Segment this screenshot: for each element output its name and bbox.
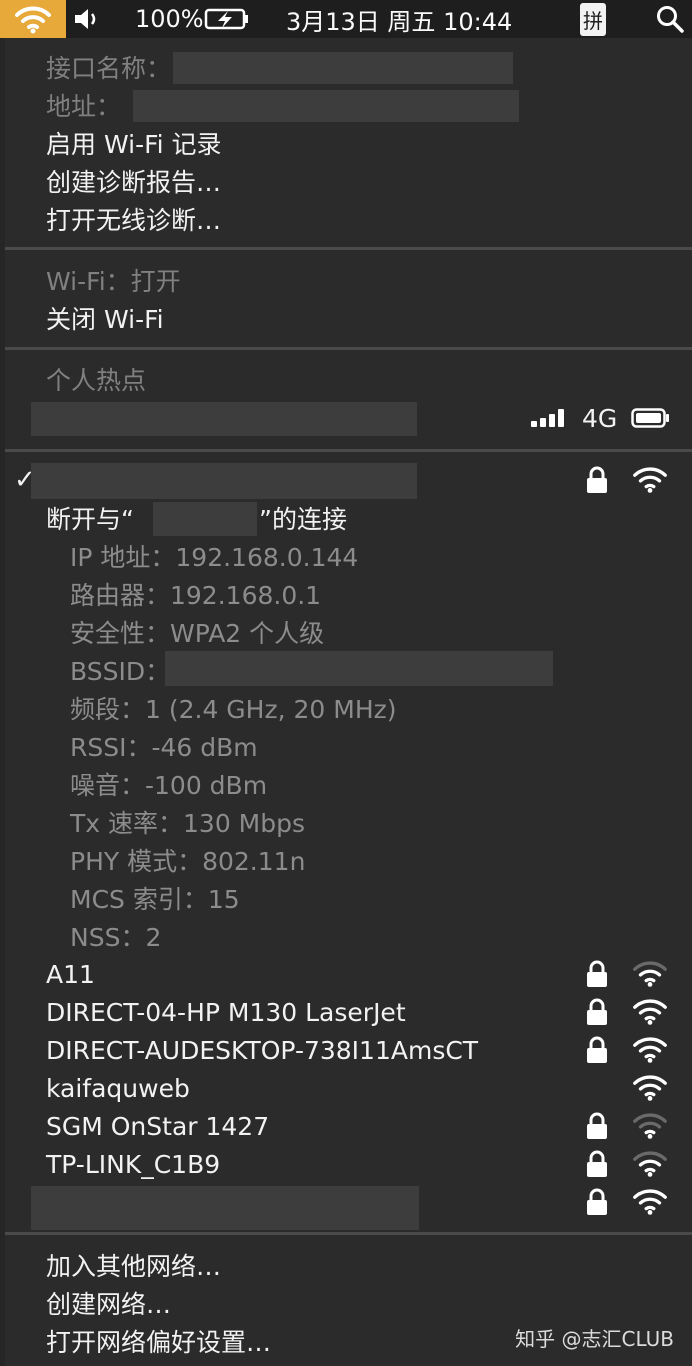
security-row: 安全性：WPA2 个人级 bbox=[70, 619, 325, 648]
wifi-signal-icon bbox=[631, 958, 669, 988]
separator bbox=[5, 347, 692, 350]
cellular-type: 4G bbox=[582, 403, 618, 433]
wifi-signal-icon bbox=[631, 996, 669, 1026]
lock-icon bbox=[585, 960, 609, 988]
redacted-interface-name bbox=[173, 52, 513, 84]
cellular-signal-icon bbox=[530, 408, 568, 428]
create-diagnostics-report-item[interactable]: 创建诊断报告… bbox=[5, 162, 692, 200]
wifi-status: Wi-Fi：打开 bbox=[46, 267, 181, 296]
address-label: 地址： bbox=[46, 92, 122, 121]
redacted-address bbox=[133, 90, 519, 122]
watermark: 知乎 @志汇CLUB bbox=[515, 1327, 674, 1351]
redacted-bssid bbox=[165, 651, 553, 686]
lock-icon bbox=[585, 1150, 609, 1178]
network-name: SGM OnStar 1427 bbox=[46, 1111, 270, 1141]
separator bbox=[5, 247, 692, 250]
connected-network-item[interactable]: ✓ bbox=[5, 461, 692, 499]
wifi-signal-icon bbox=[631, 464, 669, 494]
wifi-menu-button[interactable] bbox=[0, 0, 66, 38]
turn-off-wifi-item[interactable]: 关闭 Wi-Fi bbox=[5, 299, 692, 337]
input-method-badge: 拼 bbox=[580, 2, 606, 36]
hotspot-device-item[interactable]: 4G bbox=[5, 399, 692, 437]
wifi-dropdown-menu: 接口名称： 地址： 启用 Wi-Fi 记录 创建诊断报告… 打开无线诊断… Wi… bbox=[5, 38, 692, 1366]
wifi-icon bbox=[15, 6, 51, 34]
network-item[interactable]: DIRECT-04-HP M130 LaserJet bbox=[5, 993, 692, 1031]
interface-name-row: 接口名称： bbox=[5, 48, 692, 86]
network-item[interactable]: A11 bbox=[5, 955, 692, 993]
network-item[interactable]: SGM OnStar 1427 bbox=[5, 1107, 692, 1145]
lock-icon bbox=[585, 1112, 609, 1140]
nss-row: NSS：2 bbox=[70, 923, 162, 952]
ip-address-row: IP 地址：192.168.0.144 bbox=[70, 543, 359, 572]
lock-icon bbox=[585, 466, 609, 494]
open-wireless-diagnostics-item[interactable]: 打开无线诊断… bbox=[5, 200, 692, 238]
redacted-hotspot-name bbox=[31, 402, 417, 436]
network-name: DIRECT-AUDESKTOP-738I11AmsCT bbox=[46, 1035, 479, 1065]
network-item[interactable]: DIRECT-AUDESKTOP-738I11AmsCT bbox=[5, 1031, 692, 1069]
input-method-button[interactable]: 拼 bbox=[580, 0, 606, 38]
separator bbox=[5, 1232, 692, 1235]
network-item[interactable]: TP-LINK_C1B9 bbox=[5, 1145, 692, 1183]
lock-icon bbox=[585, 1188, 609, 1216]
network-item[interactable]: kaifaquweb bbox=[5, 1069, 692, 1107]
wifi-signal-icon bbox=[631, 1148, 669, 1178]
personal-hotspot-header: 个人热点 bbox=[46, 366, 147, 395]
network-name: DIRECT-04-HP M130 LaserJet bbox=[46, 997, 406, 1027]
wifi-signal-icon bbox=[631, 1072, 669, 1102]
mcs-index-row: MCS 索引：15 bbox=[70, 885, 240, 914]
noise-row: 噪音：-100 dBm bbox=[70, 771, 268, 800]
wifi-signal-icon bbox=[631, 1110, 669, 1140]
redacted-ssid bbox=[153, 502, 257, 536]
channel-row: 频段：1 (2.4 GHz, 20 MHz) bbox=[70, 695, 397, 724]
network-item[interactable] bbox=[5, 1183, 692, 1230]
wifi-signal-icon bbox=[631, 1186, 669, 1216]
address-row: 地址： bbox=[5, 86, 692, 124]
lock-icon bbox=[585, 1036, 609, 1064]
volume-button[interactable] bbox=[72, 0, 106, 38]
network-name: A11 bbox=[46, 959, 95, 989]
router-row: 路由器：192.168.0.1 bbox=[70, 581, 322, 610]
phy-mode-row: PHY 模式：802.11n bbox=[70, 847, 306, 876]
network-name: kaifaquweb bbox=[46, 1073, 190, 1103]
redacted-connected-ssid bbox=[31, 463, 417, 499]
menu-bar: 100% 3月13日 周五 10:44 拼 bbox=[0, 0, 692, 38]
wifi-signal-icon bbox=[631, 1034, 669, 1064]
enable-wifi-logging-item[interactable]: 启用 Wi-Fi 记录 bbox=[5, 124, 692, 162]
battery-percent: 100% bbox=[135, 5, 204, 33]
spotlight-button[interactable] bbox=[655, 0, 685, 38]
disconnect-item[interactable]: 断开与“ ”的连接 bbox=[5, 499, 692, 537]
battery-charging-icon bbox=[204, 8, 248, 30]
lock-icon bbox=[585, 998, 609, 1026]
rssi-row: RSSI：-46 dBm bbox=[70, 733, 258, 762]
clock[interactable]: 3月13日 周五 10:44 bbox=[286, 0, 512, 38]
search-icon bbox=[657, 6, 684, 33]
interface-name-label: 接口名称： bbox=[46, 54, 172, 83]
redacted-network-name bbox=[31, 1186, 419, 1230]
network-name: TP-LINK_C1B9 bbox=[46, 1149, 221, 1179]
bssid-row: BSSID： bbox=[5, 651, 692, 689]
battery-icon bbox=[631, 408, 671, 428]
tx-rate-row: Tx 速率：130 Mbps bbox=[70, 809, 306, 838]
separator bbox=[5, 449, 692, 452]
speaker-icon bbox=[75, 9, 96, 29]
battery-button[interactable] bbox=[204, 0, 254, 38]
join-other-network-item[interactable]: 加入其他网络… bbox=[5, 1246, 692, 1284]
create-network-item[interactable]: 创建网络… bbox=[5, 1284, 692, 1322]
